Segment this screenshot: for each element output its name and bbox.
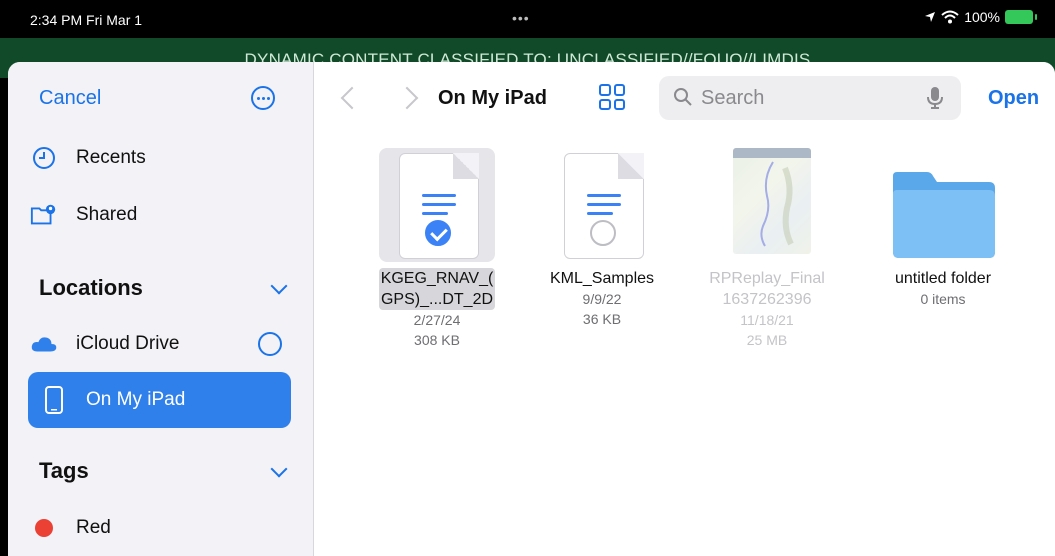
file-name-line1: KGEG_RNAV_( [380, 270, 494, 287]
chevron-down-icon[interactable] [270, 277, 288, 295]
file-size: 308 KB [414, 332, 460, 348]
search-placeholder: Search [701, 87, 765, 109]
file-name-line2: 1637262396 [722, 291, 812, 308]
file-name: RPReplay_Final 1637262396 [692, 268, 842, 310]
open-button[interactable]: Open [988, 87, 1039, 110]
grid-view-icon[interactable] [599, 84, 625, 110]
back-chevron-icon[interactable] [340, 86, 364, 110]
map-thumbnail-icon [733, 148, 811, 254]
wifi-icon [941, 10, 959, 24]
sidebar-item-on-my-ipad[interactable]: On My iPad [28, 372, 291, 428]
sidebar-item-label: On My iPad [86, 389, 186, 410]
tags-header[interactable]: Tags [39, 458, 89, 484]
sidebar-item-label: Shared [76, 204, 138, 225]
file-thumbnail [544, 148, 660, 262]
status-time: 2:34 PM Fri Mar 1 [30, 12, 143, 28]
file-name-line2: GPS)_...DT_2D [380, 291, 494, 308]
file-name-line1: RPReplay_Final [709, 270, 825, 287]
sidebar-item-recents[interactable]: Recents [30, 144, 146, 172]
clock-icon [30, 144, 58, 172]
sidebar-item-shared[interactable]: Shared [30, 201, 137, 229]
sidebar-item-tag-red[interactable]: Red [30, 514, 111, 542]
file-size: 25 MB [746, 332, 788, 348]
location-arrow-icon [925, 12, 936, 22]
battery-percent: 100% [964, 9, 1000, 25]
file-date: 9/9/22 [582, 291, 622, 307]
status-bar: 2:34 PM Fri Mar 1 ••• 100% [0, 0, 1055, 38]
chevron-down-icon[interactable] [270, 460, 288, 478]
battery-icon [1005, 10, 1037, 24]
folder-icon [893, 172, 995, 258]
checkmark-selected-icon [423, 218, 453, 248]
file-tile[interactable]: KGEG_RNAV_( GPS)_...DT_2D 2/27/24 308 KB [362, 148, 512, 350]
location-title: On My iPad [438, 87, 547, 109]
file-thumbnail [379, 148, 495, 262]
search-icon [674, 88, 692, 106]
cancel-button[interactable]: Cancel [39, 87, 101, 110]
selection-circle-icon [590, 220, 616, 246]
sidebar-item-label: iCloud Drive [76, 333, 180, 354]
icloud-icon [30, 330, 58, 358]
folder-thumbnail [885, 148, 1001, 262]
status-right: 100% [924, 9, 1037, 25]
sidebar: Cancel Recents Shared Locations iCloud D… [8, 62, 314, 556]
main-content: On My iPad Search Open KGEG_RNAV_(GPS)_… [314, 62, 1055, 556]
folder-tile[interactable]: untitled folder 0 items [868, 148, 1018, 309]
file-name: KGEG_RNAV_( GPS)_...DT_2D [378, 268, 496, 310]
folder-name: untitled folder [894, 270, 992, 287]
file-name: KML_Samples [549, 270, 655, 287]
search-input[interactable]: Search [659, 76, 961, 120]
sidebar-item-label: Recents [76, 147, 146, 168]
sync-spinner-icon [258, 332, 282, 356]
file-size: 36 KB [582, 311, 622, 327]
file-date: 11/18/21 [740, 312, 794, 328]
selected-row-content: On My iPad [40, 386, 185, 414]
forward-chevron-icon[interactable] [395, 86, 419, 110]
more-options-icon[interactable] [251, 86, 275, 110]
file-tile: RPReplay_Final 1637262396 11/18/21 25 MB [692, 148, 842, 350]
file-date: 2/27/24 [413, 312, 461, 328]
microphone-icon[interactable] [927, 86, 943, 110]
red-tag-dot-icon [30, 514, 58, 542]
file-thumbnail [709, 148, 825, 262]
locations-header[interactable]: Locations [39, 275, 143, 301]
ipad-icon [40, 386, 68, 414]
shared-folder-icon [30, 201, 58, 229]
multitasking-dots[interactable]: ••• [512, 10, 530, 26]
sidebar-item-icloud-drive[interactable]: iCloud Drive [30, 330, 179, 358]
file-tile[interactable]: KML_Samples 9/9/22 36 KB [527, 148, 677, 329]
folder-item-count: 0 items [920, 291, 966, 307]
sidebar-item-label: Red [76, 517, 111, 538]
file-picker-sheet: Cancel Recents Shared Locations iCloud D… [8, 62, 1055, 556]
